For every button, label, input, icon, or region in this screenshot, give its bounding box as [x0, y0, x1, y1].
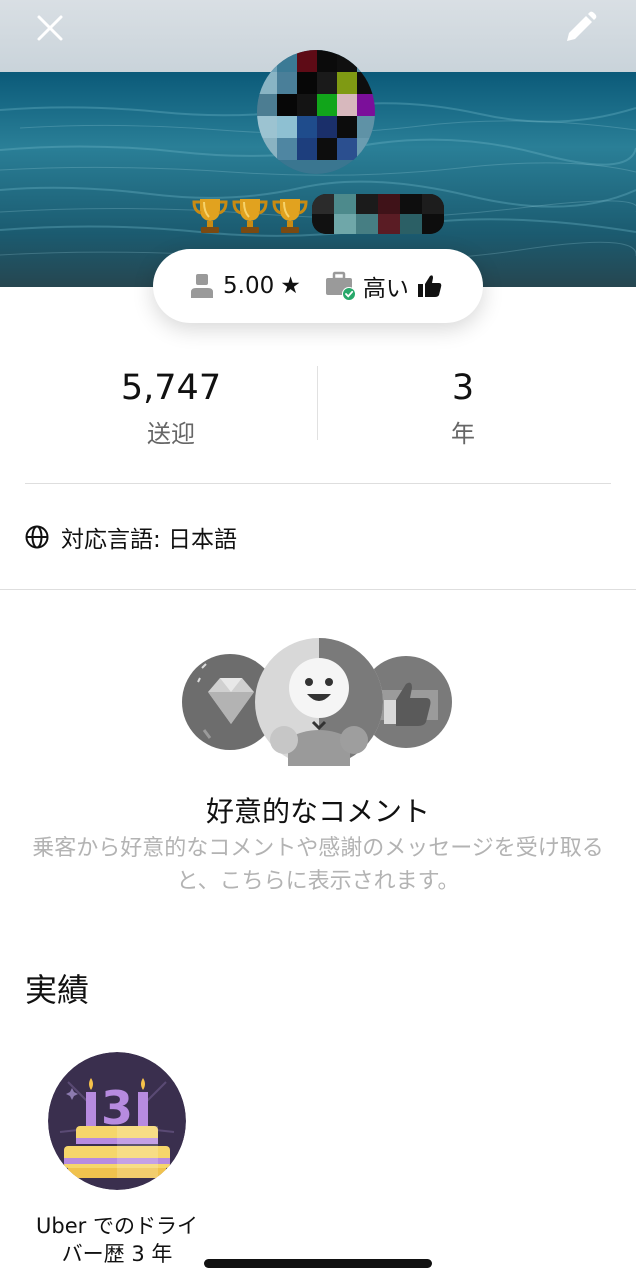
thumbs-up-icon — [417, 275, 442, 297]
compliments-title: 好意的なコメント — [205, 795, 430, 828]
pencil-icon — [567, 11, 597, 41]
trophy-icon — [232, 199, 268, 233]
close-button[interactable] — [30, 8, 70, 48]
home-indicator[interactable] — [204, 1259, 432, 1268]
avatar-pixelated-image — [257, 50, 375, 174]
rating-item: 5.00 ★ — [190, 273, 301, 299]
languages-row: 対応言語: 日本語 — [25, 520, 237, 554]
trophy-icon — [272, 199, 308, 233]
profile-header-photo — [0, 0, 636, 287]
name-pixelated-image — [312, 194, 444, 234]
trophy-row — [191, 194, 309, 238]
years-label: 年 — [451, 420, 475, 448]
globe-icon — [25, 525, 49, 549]
rating-pill[interactable]: 5.00 ★ 高い — [153, 249, 483, 323]
trips-label: 送迎 — [147, 420, 195, 448]
languages-text: 対応言語: 日本語 — [61, 527, 238, 553]
edit-profile-button[interactable] — [558, 6, 602, 50]
achievement-badge[interactable]: 3 — [48, 1052, 186, 1190]
birthday-cake-3-icon: 3 — [48, 1052, 186, 1190]
driver-avatar[interactable] — [257, 50, 375, 174]
divider — [25, 483, 611, 484]
acceptance-item: 高い — [325, 269, 443, 303]
trophy-icon — [192, 199, 228, 233]
close-icon — [37, 15, 63, 41]
star-icon: ★ — [280, 273, 301, 299]
rating-value: 5.00 — [223, 273, 275, 299]
years-count: 3 — [451, 368, 475, 408]
section-divider — [0, 589, 636, 590]
compliment-badges — [180, 638, 456, 770]
smiley-icon — [255, 638, 383, 766]
trips-stat: 5,747 送迎 — [21, 366, 321, 449]
acceptance-label: 高い — [362, 276, 409, 302]
achievement-label: Uber でのドライバー歴 3 年 — [36, 1214, 198, 1266]
driver-name-pixelated — [312, 194, 444, 234]
person-icon — [191, 274, 213, 298]
years-stat: 3 年 — [313, 366, 613, 449]
trips-count: 5,747 — [120, 368, 222, 408]
compliments-description: 乗客から好意的なコメントや感謝のメッセージを受け取ると、こちらに表示されます。 — [32, 836, 604, 894]
briefcase-check-icon — [325, 271, 356, 301]
achievements-title: 実績 — [25, 971, 90, 1009]
